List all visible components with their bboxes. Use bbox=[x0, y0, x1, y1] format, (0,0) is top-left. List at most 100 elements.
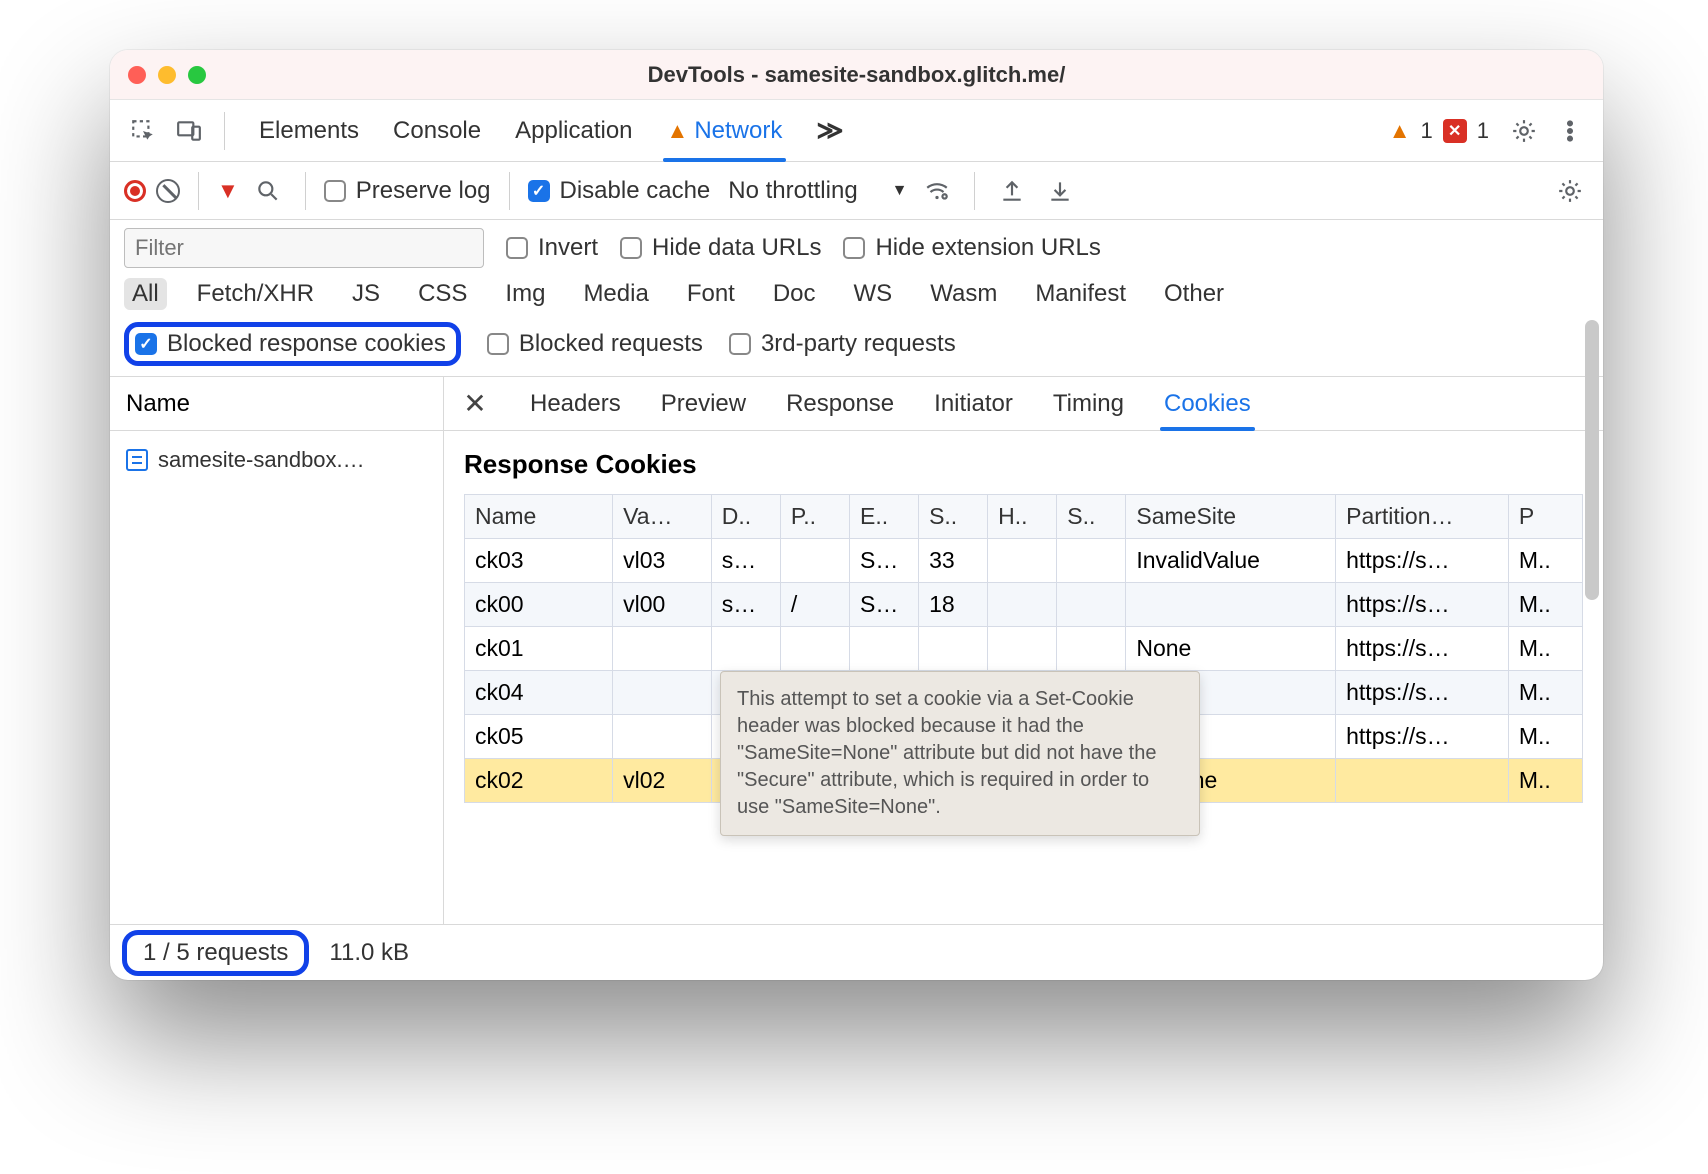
tab-response[interactable]: Response bbox=[786, 377, 894, 430]
split-header: Name ✕ Headers Preview Response Initiato… bbox=[110, 377, 1603, 431]
table-header-row[interactable]: NameVa…D..P..E..S..H..S..SameSitePartiti… bbox=[465, 495, 1583, 539]
column-header[interactable]: S.. bbox=[1057, 495, 1126, 539]
network-settings-button[interactable] bbox=[1551, 172, 1589, 210]
column-header[interactable]: P bbox=[1508, 495, 1582, 539]
table-cell: None bbox=[1126, 627, 1336, 671]
column-header[interactable]: Name bbox=[465, 495, 613, 539]
settings-button[interactable] bbox=[1505, 112, 1543, 150]
warning-count: 1 bbox=[1421, 118, 1433, 144]
table-cell: ck01 bbox=[465, 627, 613, 671]
tab-application[interactable]: Application bbox=[515, 100, 632, 161]
requests-count: 1 / 5 requests bbox=[122, 930, 309, 976]
table-cell bbox=[988, 627, 1057, 671]
divider bbox=[974, 172, 975, 210]
column-header[interactable]: E.. bbox=[849, 495, 918, 539]
hide-extension-urls-checkbox[interactable]: Hide extension URLs bbox=[843, 234, 1100, 262]
tab-label: Elements bbox=[259, 117, 359, 145]
tab-label: Application bbox=[515, 117, 632, 145]
hide-data-urls-checkbox[interactable]: Hide data URLs bbox=[620, 234, 821, 262]
column-header[interactable]: H.. bbox=[988, 495, 1057, 539]
tab-cookies[interactable]: Cookies bbox=[1164, 377, 1251, 430]
checkbox-label: Blocked requests bbox=[519, 330, 703, 358]
column-header[interactable]: Va… bbox=[613, 495, 712, 539]
table-cell: M.. bbox=[1508, 583, 1582, 627]
tab-timing[interactable]: Timing bbox=[1053, 377, 1124, 430]
table-cell bbox=[1057, 539, 1126, 583]
type-filter-img[interactable]: Img bbox=[497, 278, 553, 310]
preserve-log-checkbox[interactable]: Preserve log bbox=[324, 177, 491, 205]
export-har-button[interactable] bbox=[1041, 172, 1079, 210]
panel-body: samesite-sandbox.… Response Cookies Name… bbox=[110, 431, 1603, 924]
tab-preview[interactable]: Preview bbox=[661, 377, 746, 430]
table-cell bbox=[613, 715, 712, 759]
column-header[interactable]: SameSite bbox=[1126, 495, 1336, 539]
column-header[interactable]: Partition… bbox=[1336, 495, 1509, 539]
blocked-requests-checkbox[interactable]: Blocked requests bbox=[487, 330, 703, 358]
type-filter-other[interactable]: Other bbox=[1156, 278, 1232, 310]
type-filter-css[interactable]: CSS bbox=[410, 278, 475, 310]
issue-counters[interactable]: ▲1 ✕1 bbox=[1389, 118, 1489, 144]
column-header[interactable]: S.. bbox=[919, 495, 988, 539]
record-button[interactable] bbox=[124, 180, 146, 202]
filter-toggle-button[interactable]: ▼ bbox=[217, 178, 239, 204]
request-name: samesite-sandbox.… bbox=[158, 447, 365, 473]
type-filter-font[interactable]: Font bbox=[679, 278, 743, 310]
scrollbar[interactable] bbox=[1583, 240, 1601, 920]
import-har-button[interactable] bbox=[993, 172, 1031, 210]
table-cell bbox=[919, 627, 988, 671]
table-row[interactable]: ck01Nonehttps://s…M.. bbox=[465, 627, 1583, 671]
table-row[interactable]: ck03vl03s…S…33InvalidValuehttps://s…M.. bbox=[465, 539, 1583, 583]
type-filter-doc[interactable]: Doc bbox=[765, 278, 824, 310]
more-tabs-button[interactable]: ≫ bbox=[816, 100, 843, 161]
type-filter-media[interactable]: Media bbox=[575, 278, 656, 310]
clear-button[interactable] bbox=[156, 179, 180, 203]
search-button[interactable] bbox=[249, 172, 287, 210]
table-cell: M.. bbox=[1508, 627, 1582, 671]
disable-cache-checkbox[interactable]: ✓ Disable cache bbox=[528, 177, 711, 205]
table-cell bbox=[1126, 583, 1336, 627]
filter-input[interactable] bbox=[124, 228, 484, 268]
checkbox-icon bbox=[620, 237, 642, 259]
request-row[interactable]: samesite-sandbox.… bbox=[122, 441, 431, 479]
tab-network[interactable]: ▲ Network bbox=[667, 100, 783, 161]
inspect-element-icon[interactable] bbox=[124, 112, 162, 150]
table-row[interactable]: ck00vl00s…/S…18https://s…M.. bbox=[465, 583, 1583, 627]
tab-initiator[interactable]: Initiator bbox=[934, 377, 1013, 430]
zoom-window-button[interactable] bbox=[188, 66, 206, 84]
table-cell bbox=[711, 627, 780, 671]
table-cell bbox=[1336, 759, 1509, 803]
blocked-response-cookies-checkbox[interactable]: ✓ Blocked response cookies bbox=[124, 322, 461, 366]
column-header-name[interactable]: Name bbox=[110, 377, 444, 430]
minimize-window-button[interactable] bbox=[158, 66, 176, 84]
table-cell: 18 bbox=[919, 583, 988, 627]
column-header[interactable]: D.. bbox=[711, 495, 780, 539]
table-cell: ck04 bbox=[465, 671, 613, 715]
close-details-button[interactable]: ✕ bbox=[460, 387, 490, 420]
gear-icon bbox=[1511, 118, 1537, 144]
window-title: DevTools - samesite-sandbox.glitch.me/ bbox=[110, 62, 1603, 88]
tab-headers[interactable]: Headers bbox=[530, 377, 621, 430]
device-toolbar-icon[interactable] bbox=[170, 112, 208, 150]
type-filter-ws[interactable]: WS bbox=[846, 278, 901, 310]
table-cell: vl00 bbox=[613, 583, 712, 627]
more-options-button[interactable] bbox=[1551, 112, 1589, 150]
column-header[interactable]: P.. bbox=[780, 495, 849, 539]
close-window-button[interactable] bbox=[128, 66, 146, 84]
table-cell: M.. bbox=[1508, 671, 1582, 715]
throttling-select[interactable]: No throttling ▼ bbox=[728, 177, 907, 205]
type-filter-js[interactable]: JS bbox=[344, 278, 388, 310]
table-cell: M.. bbox=[1508, 715, 1582, 759]
tab-elements[interactable]: Elements bbox=[259, 100, 359, 161]
invert-checkbox[interactable]: Invert bbox=[506, 234, 598, 262]
network-conditions-button[interactable] bbox=[918, 172, 956, 210]
third-party-requests-checkbox[interactable]: 3rd-party requests bbox=[729, 330, 956, 358]
tab-console[interactable]: Console bbox=[393, 100, 481, 161]
type-filter-all[interactable]: All bbox=[124, 278, 167, 310]
type-filter-fetchxhr[interactable]: Fetch/XHR bbox=[189, 278, 322, 310]
checkbox-label: Hide extension URLs bbox=[875, 234, 1100, 262]
type-filter-wasm[interactable]: Wasm bbox=[922, 278, 1005, 310]
tab-label: Console bbox=[393, 117, 481, 145]
type-filter-manifest[interactable]: Manifest bbox=[1027, 278, 1134, 310]
checkbox-icon bbox=[324, 180, 346, 202]
download-icon bbox=[1047, 178, 1073, 204]
